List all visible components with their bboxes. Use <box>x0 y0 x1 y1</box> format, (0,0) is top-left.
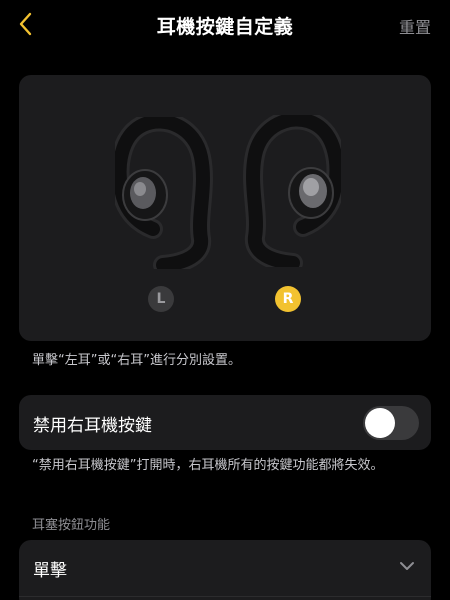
reset-button[interactable]: 重置 <box>399 14 431 38</box>
earbuds-card: L R <box>19 75 431 341</box>
nav-header: 耳機按鍵自定義 重置 <box>0 0 450 50</box>
disable-description: “禁用右耳機按鍵”打開時，右耳機所有的按鍵功能都將失效。 <box>32 458 384 473</box>
disable-button-label: 禁用右耳機按鍵 <box>33 416 152 436</box>
left-earbud-selector[interactable]: L <box>148 286 174 312</box>
divider <box>19 596 431 597</box>
earbud-select-hint: 單擊“左耳”或“右耳”進行分別設置。 <box>32 353 241 368</box>
left-earbud-image[interactable] <box>115 117 215 269</box>
disable-button-row: 禁用右耳機按鍵 <box>19 395 431 450</box>
screen: 耳機按鍵自定義 重置 L R 單擊“左耳”或“右耳”進行分別設置。 禁用右耳機按… <box>0 0 450 600</box>
chevron-down-icon <box>400 562 414 570</box>
disable-button-toggle[interactable] <box>363 406 419 440</box>
right-earbud-image[interactable] <box>241 115 341 267</box>
single-tap-selector[interactable]: 單擊 <box>19 540 431 600</box>
section-label-button-functions: 耳塞按鈕功能 <box>32 518 111 533</box>
page-title: 耳機按鍵自定義 <box>156 16 294 38</box>
single-tap-label: 單擊 <box>33 561 67 581</box>
right-earbud-selector[interactable]: R <box>275 286 301 312</box>
toggle-knob <box>365 408 395 438</box>
